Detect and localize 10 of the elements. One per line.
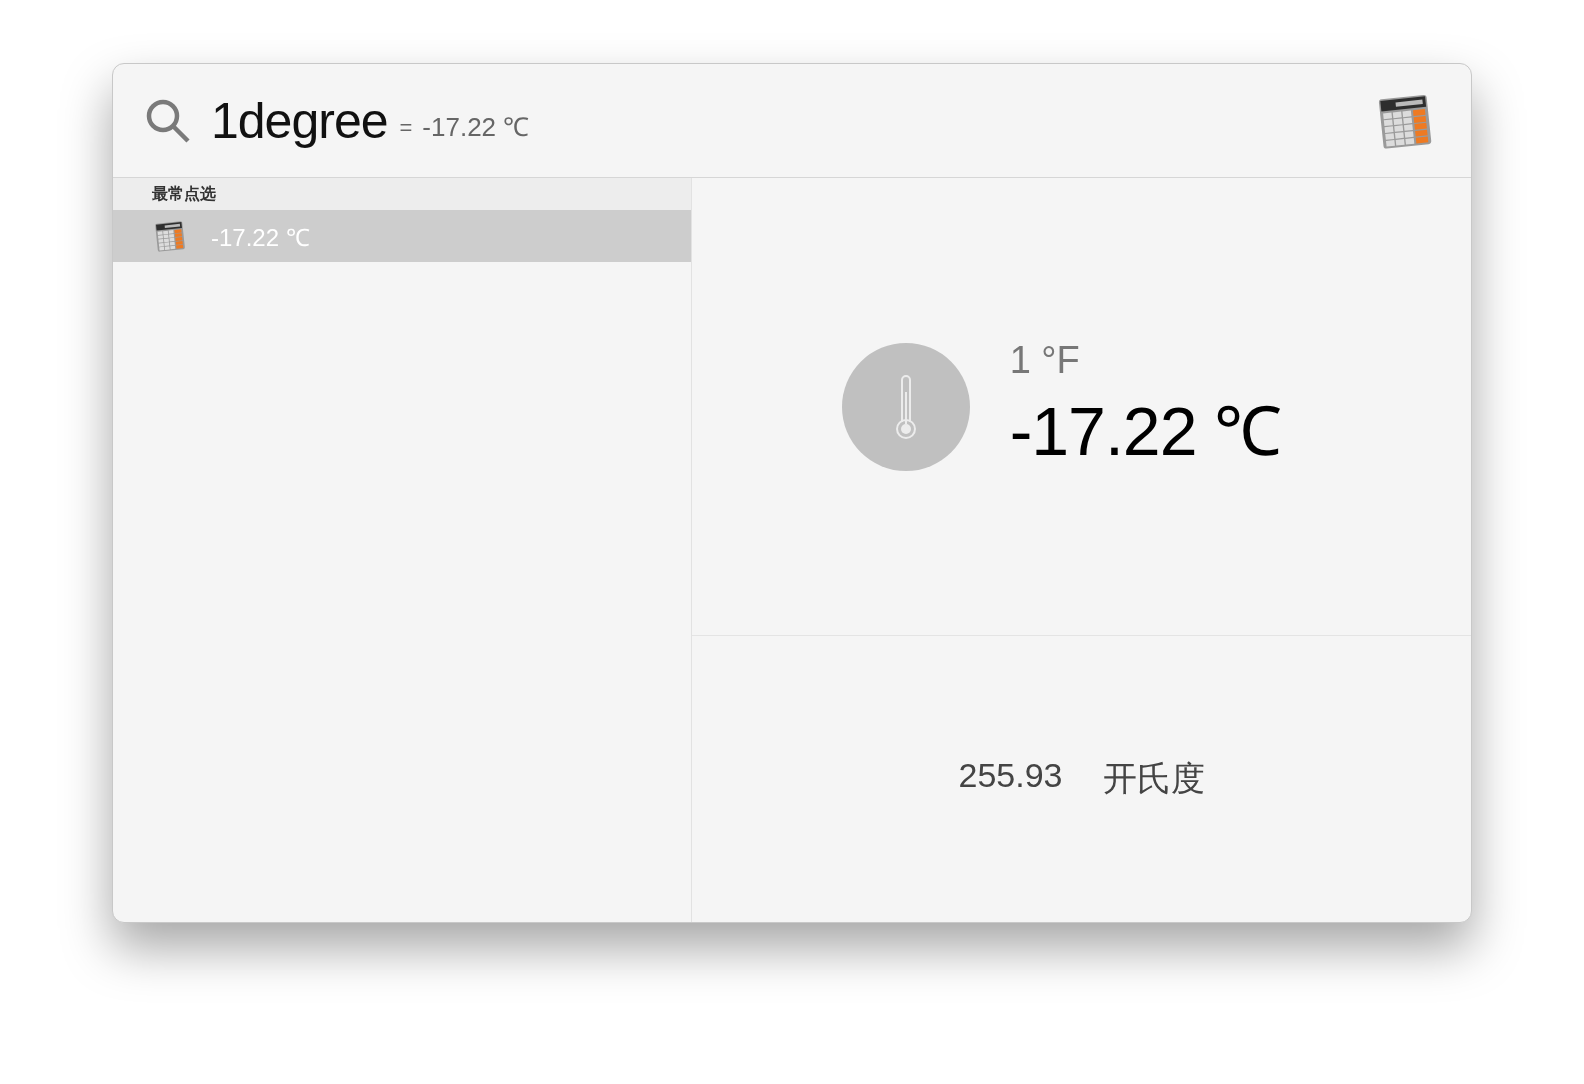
alternate-value: 255.93 <box>958 756 1063 796</box>
source-value: 1 °F <box>1009 338 1081 382</box>
converted-value: -17.22 ℃ <box>1009 391 1282 471</box>
section-header: 最常点选 <box>113 178 691 210</box>
alternate-unit: 开氏度 <box>1102 758 1205 799</box>
search-icon <box>145 97 191 144</box>
equals-sign: = <box>399 114 413 141</box>
search-query[interactable]: 1degree <box>211 91 388 150</box>
calculator-icon <box>153 219 187 253</box>
inline-answer: -17.22 ℃ <box>422 110 530 144</box>
